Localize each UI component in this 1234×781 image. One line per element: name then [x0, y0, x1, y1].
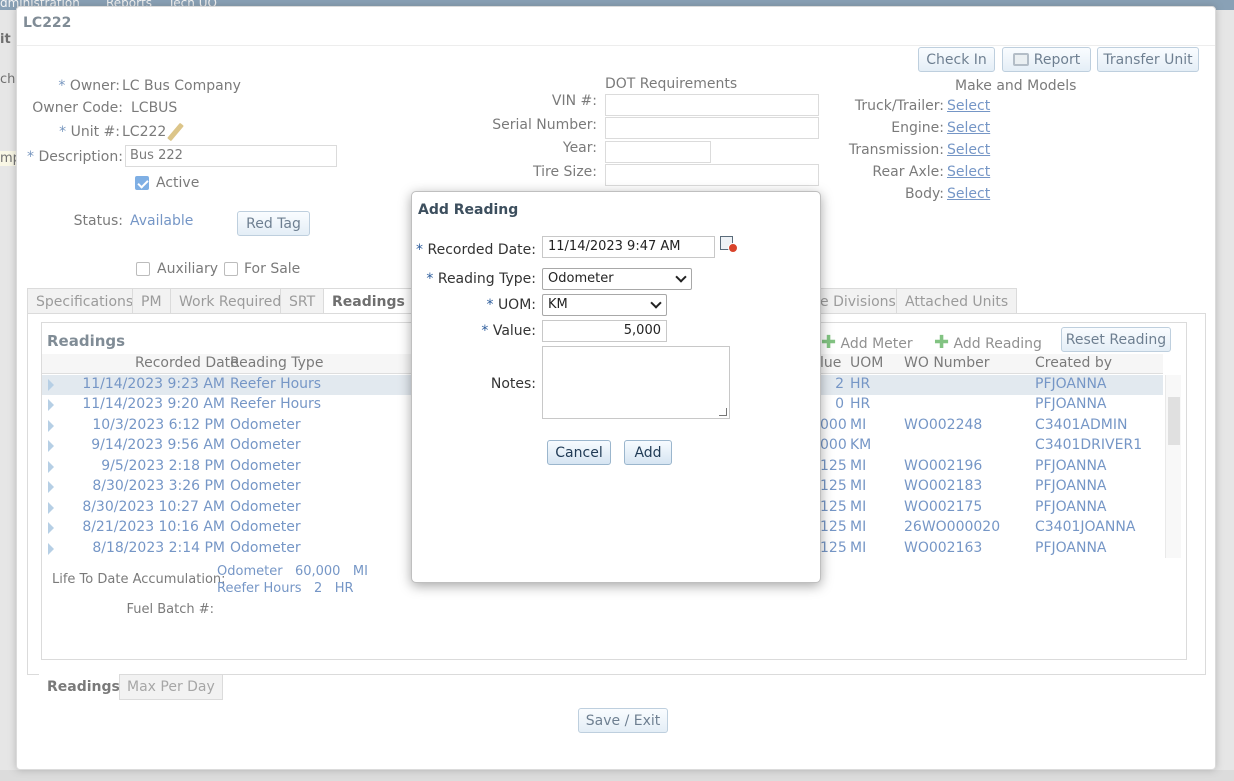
calendar-clock-icon[interactable] — [720, 236, 738, 254]
add-reading-dialog: Add Reading * Recorded Date: 11/14/2023 … — [411, 191, 821, 583]
chevron-down-icon — [650, 297, 662, 309]
uom-label: * UOM: — [486, 297, 536, 313]
notes-label: Notes: — [490, 376, 536, 392]
notes-textarea[interactable] — [542, 346, 730, 419]
reading-type-label: * Reading Type: — [426, 271, 536, 287]
cancel-button[interactable]: Cancel — [547, 440, 611, 465]
dialog-title: Add Reading — [418, 202, 519, 218]
chevron-down-icon — [675, 271, 687, 283]
reading-type-select[interactable]: Odometer — [542, 268, 692, 290]
value-label: * Value: — [481, 323, 536, 339]
recorded-date-input[interactable]: 11/14/2023 9:47 AM — [542, 236, 715, 258]
uom-select[interactable]: KM — [542, 294, 667, 316]
value-input[interactable]: 5,000 — [542, 320, 667, 342]
recorded-date-label: * Recorded Date: — [416, 242, 536, 258]
add-button[interactable]: Add — [624, 440, 672, 465]
